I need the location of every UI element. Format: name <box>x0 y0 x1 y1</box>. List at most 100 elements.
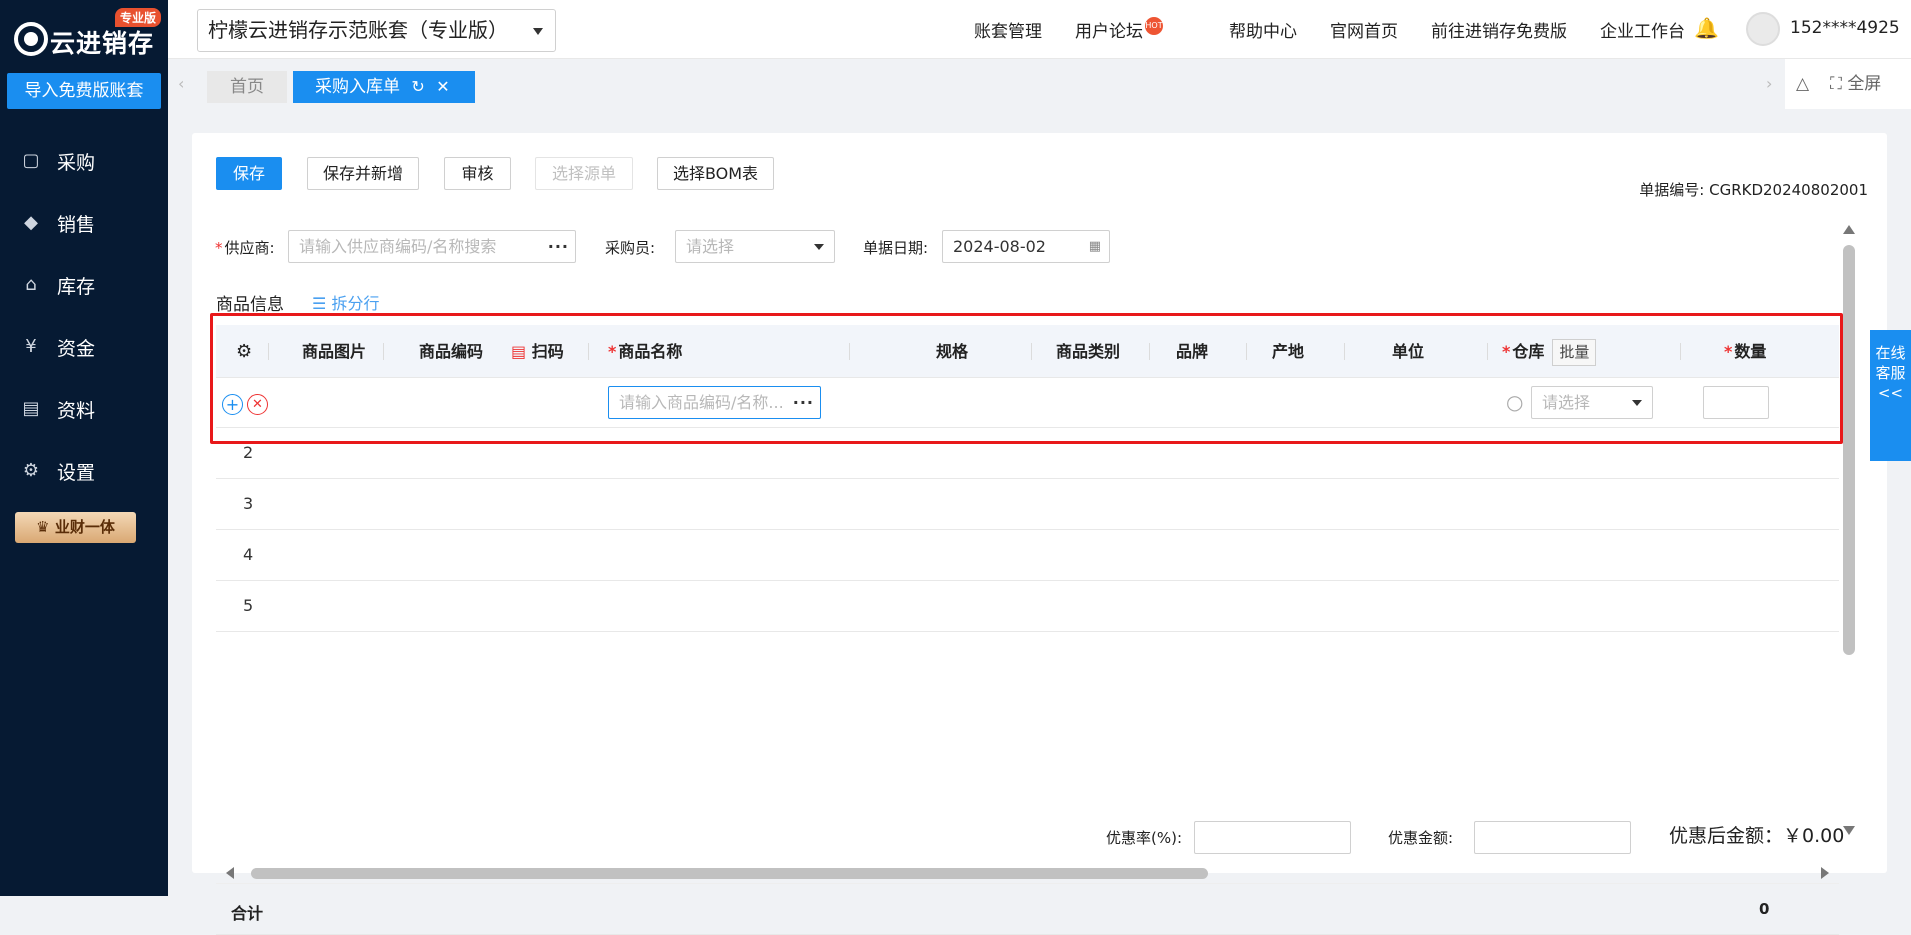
discount-rate-label: 优惠率(%): <box>1106 829 1183 847</box>
warehouse-icon: ⌂ <box>25 274 37 295</box>
product-table: ⚙ 商品图片 商品编码 ▤ 扫码 * 商品名称 规格 商品类别 品牌 产地 单位 … <box>216 325 1839 935</box>
fullscreen-icon: ⛶ <box>1830 74 1848 94</box>
hot-badge: HOT <box>1145 17 1163 35</box>
sidebar-nav: ▢ 采购 ◆ 销售 ⌂ 库存 ¥ 资金 ▤ 资料 ⚙ 设置 <box>0 130 168 502</box>
crown-icon: ♛ <box>36 518 55 536</box>
table-row: 2 <box>216 428 1839 479</box>
header-qty-text: 数量 <box>1734 342 1767 361</box>
supplier-label: * 供应商: <box>215 237 275 258</box>
scan-button[interactable]: ▤ 扫码 <box>511 325 564 378</box>
user-phone[interactable]: 152****4925 <box>1790 18 1900 38</box>
finance-integration-button[interactable]: ♛ 业财一体 <box>15 512 136 543</box>
scroll-down-icon[interactable] <box>1843 826 1855 835</box>
chevron-right-icon[interactable]: › <box>1766 74 1772 93</box>
sidebar-item-settings[interactable]: ⚙ 设置 <box>0 440 168 502</box>
gear-icon: ⚙ <box>22 460 40 481</box>
split-row-button[interactable]: ☰ 拆分行 <box>312 290 379 314</box>
search-icon[interactable]: ○ <box>1506 390 1523 414</box>
sidebar-item-label: 库存 <box>57 275 96 298</box>
sidebar: 云进销存 专业版 导入免费版账套 ▢ 采购 ◆ 销售 ⌂ 库存 ¥ 资金 ▤ 资料 ⚙ 设置… <box>0 0 168 896</box>
select-source-button[interactable]: 选择源单 <box>535 157 633 190</box>
sidebar-item-data[interactable]: ▤ 资料 <box>0 378 168 440</box>
supplier-placeholder: 请输入供应商编码/名称搜索 <box>299 237 497 256</box>
bell-icon[interactable]: 🔔 <box>1694 16 1719 40</box>
buyer-select[interactable]: 请选择 <box>675 230 835 263</box>
app-logo[interactable]: 云进销存 专业版 <box>10 8 162 60</box>
fullscreen-label: 全屏 <box>1847 74 1882 94</box>
nav-help-center[interactable]: 帮助中心 <box>1229 17 1297 42</box>
column-divider <box>1344 343 1345 360</box>
header-category: 商品类别 <box>1056 342 1121 361</box>
scrollbar-thumb[interactable] <box>1843 245 1855 655</box>
sidebar-item-label: 设置 <box>57 461 96 484</box>
column-settings-icon[interactable]: ⚙ <box>236 325 252 378</box>
tab-purchase-receipt[interactable]: 采购入库单 ↻ ✕ <box>293 71 475 103</box>
close-icon[interactable]: ✕ <box>436 77 449 96</box>
scrollbar-thumb[interactable] <box>251 868 1208 879</box>
promo-label: 业财一体 <box>54 518 115 536</box>
column-divider <box>588 343 589 360</box>
delete-row-icon[interactable]: ✕ <box>247 394 268 415</box>
vertical-scrollbar[interactable] <box>1841 225 1857 835</box>
scroll-right-icon[interactable] <box>1821 867 1829 879</box>
account-select[interactable]: 柠檬云进销存示范账套（专业版） <box>197 9 556 52</box>
required-mark: * <box>1502 342 1511 361</box>
audit-button[interactable]: 审核 <box>444 157 511 190</box>
required-mark: * <box>1724 342 1733 361</box>
split-icon: ☰ <box>312 294 332 313</box>
online-customer-service-button[interactable]: 在线客服<< <box>1870 330 1911 461</box>
more-icon[interactable]: ··· <box>793 387 814 418</box>
supplier-input[interactable]: 请输入供应商编码/名称搜索 ··· <box>288 230 576 263</box>
save-button[interactable]: 保存 <box>216 157 282 190</box>
sidebar-item-label: 资金 <box>57 337 96 360</box>
avatar[interactable] <box>1746 12 1780 46</box>
nav-account-management[interactable]: 账套管理 <box>974 17 1042 42</box>
required-mark: * <box>215 239 223 257</box>
section-title: 商品信息 <box>216 295 284 315</box>
total-label: 合计 <box>231 904 264 923</box>
scroll-left-icon[interactable] <box>226 867 234 879</box>
refresh-icon[interactable]: ↻ <box>411 77 424 96</box>
nav-user-forum[interactable]: 用户论坛 HOT <box>1075 17 1196 42</box>
column-divider <box>1487 343 1488 360</box>
bag-icon: ▢ <box>22 150 40 171</box>
sidebar-item-purchase[interactable]: ▢ 采购 <box>0 130 168 192</box>
row-number: 5 <box>243 596 254 615</box>
header-name: * 商品名称 <box>608 325 682 378</box>
document-number: 单据编号: CGRKD20240802001 <box>1639 181 1868 199</box>
tab-home[interactable]: 首页 <box>207 71 287 103</box>
more-icon[interactable]: ··· <box>548 231 569 262</box>
quantity-input[interactable] <box>1703 386 1769 419</box>
tab-tools: △ ⛶ 全屏 <box>1785 59 1911 109</box>
sidebar-item-inventory[interactable]: ⌂ 库存 <box>0 254 168 316</box>
sidebar-item-sales[interactable]: ◆ 销售 <box>0 192 168 254</box>
fullscreen-button[interactable]: ⛶ 全屏 <box>1830 59 1881 109</box>
nav-enterprise-workbench[interactable]: 企业工作台 <box>1600 17 1685 42</box>
collapse-up-icon[interactable]: △ <box>1796 59 1809 109</box>
product-name-input[interactable]: 请输入商品编码/名称... ··· <box>608 386 821 419</box>
document-icon: ▤ <box>22 398 40 419</box>
table-row: + ✕ 请输入商品编码/名称... ··· ○ 请选择 <box>216 378 1839 428</box>
discount-amount-input[interactable] <box>1474 821 1631 854</box>
nav-free-version[interactable]: 前往进销存免费版 <box>1431 17 1567 42</box>
table-row: 3 <box>216 479 1839 530</box>
discount-rate-input[interactable] <box>1194 821 1351 854</box>
save-and-new-button[interactable]: 保存并新增 <box>307 157 419 190</box>
logo-text: 云进销存 <box>50 29 155 58</box>
chevron-down-icon <box>1632 400 1642 406</box>
column-divider <box>1680 343 1681 360</box>
import-free-account-button[interactable]: 导入免费版账套 <box>7 73 161 109</box>
sidebar-item-funds[interactable]: ¥ 资金 <box>0 316 168 378</box>
date-input[interactable]: 2024-08-02 ▦ <box>942 230 1110 263</box>
nav-official-site[interactable]: 官网首页 <box>1330 17 1398 42</box>
batch-button[interactable]: 批量 <box>1552 339 1597 366</box>
calendar-icon[interactable]: ▦ <box>1089 231 1101 262</box>
scroll-up-icon[interactable] <box>1843 225 1855 234</box>
horizontal-scrollbar[interactable] <box>216 863 1839 883</box>
select-bom-button[interactable]: 选择BOM表 <box>657 157 774 190</box>
chevron-left-icon[interactable]: ‹ <box>178 74 184 93</box>
warehouse-placeholder: 请选择 <box>1542 393 1591 412</box>
warehouse-select[interactable]: 请选择 <box>1531 386 1653 419</box>
date-label: 单据日期: <box>863 239 929 257</box>
add-row-icon[interactable]: + <box>222 394 243 415</box>
